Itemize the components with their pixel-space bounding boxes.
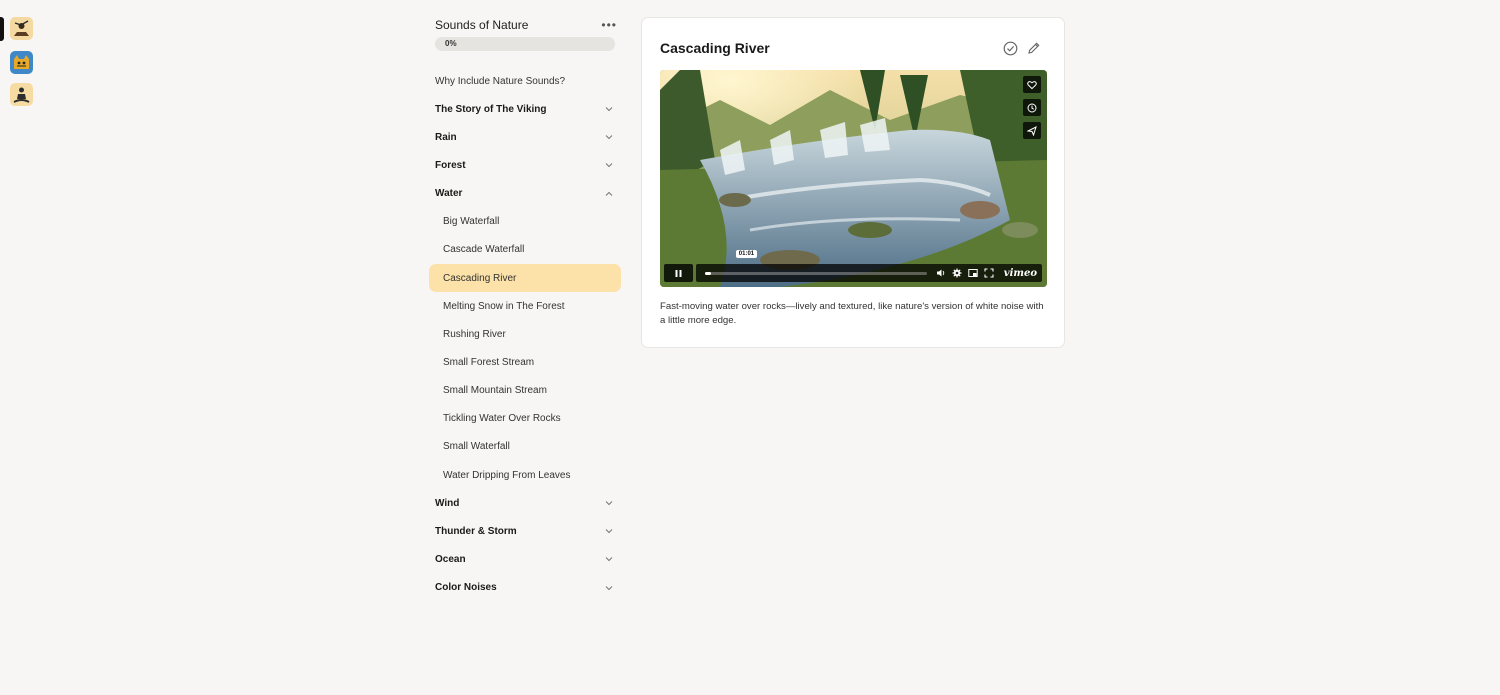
nav-lesson[interactable]: Small Waterfall — [429, 433, 621, 461]
river-scene-thumbnail — [660, 70, 1047, 287]
watch-later-clock-icon[interactable] — [1023, 99, 1041, 116]
nav-lesson-label: Big Waterfall — [443, 216, 500, 228]
nav-lesson[interactable]: Tickling Water Over Rocks — [429, 405, 621, 433]
video-controls: 01:01 vimeo — [664, 250, 1042, 282]
video-control-bar: 01:01 vimeo — [695, 250, 1042, 282]
nav-lesson[interactable]: Small Forest Stream — [429, 348, 621, 376]
nav-section-label: Water — [435, 188, 463, 200]
nav-section-water[interactable]: Water — [429, 180, 621, 208]
chevron-down-icon — [605, 105, 613, 113]
nav-lesson[interactable]: Rushing River — [429, 320, 621, 348]
meditation-app-icon[interactable] — [10, 83, 33, 106]
active-app-indicator — [0, 17, 4, 41]
nav-item-label: Why Include Nature Sounds? — [435, 75, 566, 87]
nav-section[interactable]: The Story of The Viking — [429, 95, 621, 123]
viking-app-icon[interactable] — [10, 17, 33, 40]
pause-button[interactable] — [664, 264, 693, 282]
nav-lesson-label: Tickling Water Over Rocks — [443, 413, 561, 425]
vimeo-logo[interactable]: vimeo — [1004, 268, 1037, 279]
nav-item-intro[interactable]: Why Include Nature Sounds? — [429, 67, 621, 95]
volume-icon[interactable] — [936, 268, 947, 279]
nav-section-label: The Story of The Viking — [435, 103, 547, 115]
course-progress-bar: 0% — [435, 37, 615, 51]
mark-complete-icon[interactable] — [1002, 40, 1018, 56]
chevron-down-icon — [605, 133, 613, 141]
nav-section[interactable]: Wind — [429, 489, 621, 517]
video-side-actions — [1023, 76, 1041, 139]
picture-in-picture-icon[interactable] — [968, 268, 979, 279]
course-title: Sounds of Nature — [435, 18, 529, 32]
chevron-down-icon — [605, 499, 613, 507]
video-scrubber[interactable] — [704, 271, 927, 275]
nav-section-label: Wind — [435, 497, 460, 509]
nav-section-label: Forest — [435, 159, 466, 171]
nav-section-label: Ocean — [435, 553, 466, 565]
nav-section-label: Color Noises — [435, 582, 497, 594]
nav-lesson[interactable]: Melting Snow in The Forest — [429, 292, 621, 320]
nav-section-label: Rain — [435, 131, 457, 143]
video-time-tooltip: 01:01 — [735, 250, 758, 258]
nav-section[interactable]: Thunder & Storm — [429, 517, 621, 545]
nav-lesson[interactable]: Water Dripping From Leaves — [429, 461, 621, 489]
nav-lesson-label: Rushing River — [443, 328, 506, 340]
course-progress-text: 0% — [445, 39, 457, 48]
app-rail — [0, 0, 42, 695]
video-progress-fill — [704, 271, 712, 275]
nav-lesson-label: Small Mountain Stream — [443, 385, 547, 397]
chevron-down-icon — [605, 584, 613, 592]
nav-lesson-active[interactable]: Cascading River — [429, 263, 621, 293]
chevron-down-icon — [605, 527, 613, 535]
video-player[interactable]: 01:01 vimeo — [660, 70, 1047, 287]
fullscreen-icon[interactable] — [984, 268, 995, 279]
nav-section[interactable]: Forest — [429, 151, 621, 179]
lesson-header: Cascading River — [660, 40, 1042, 56]
chevron-down-icon — [605, 555, 613, 563]
settings-gear-icon[interactable] — [952, 268, 963, 279]
nav-lesson[interactable]: Small Mountain Stream — [429, 377, 621, 405]
lesson-actions — [1002, 40, 1042, 56]
nav-lesson[interactable]: Cascade Waterfall — [429, 236, 621, 264]
nav-lesson-label: Melting Snow in The Forest — [443, 300, 565, 312]
nav-section-label: Thunder & Storm — [435, 525, 517, 537]
nav-section[interactable]: Color Noises — [429, 574, 621, 602]
edit-pencil-icon[interactable] — [1026, 40, 1042, 56]
nav-lesson-label: Small Waterfall — [443, 441, 510, 453]
nav-lesson[interactable]: Big Waterfall — [429, 208, 621, 236]
nav-lesson-label: Cascading River — [443, 272, 517, 284]
cat-app-icon[interactable] — [10, 51, 33, 74]
course-header: Sounds of Nature ••• — [429, 14, 621, 36]
lesson-description: Fast-moving water over rocks—lively and … — [660, 301, 1044, 326]
nav-lesson-label: Cascade Waterfall — [443, 244, 525, 256]
course-nav: Sounds of Nature ••• 0% Why Include Natu… — [429, 14, 621, 602]
lesson-title: Cascading River — [660, 40, 770, 56]
like-heart-icon[interactable] — [1023, 76, 1041, 93]
share-send-icon[interactable] — [1023, 122, 1041, 139]
nav-section[interactable]: Rain — [429, 123, 621, 151]
nav-lesson-label: Water Dripping From Leaves — [443, 469, 571, 481]
nav-section[interactable]: Ocean — [429, 545, 621, 573]
more-options-icon[interactable]: ••• — [601, 18, 617, 32]
chevron-down-icon — [605, 161, 613, 169]
lesson-card: Cascading River 01:01 vimeo Fast-moving … — [641, 17, 1065, 348]
lesson-list: Why Include Nature Sounds? The Story of … — [429, 67, 621, 602]
nav-lesson-label: Small Forest Stream — [443, 356, 535, 368]
chevron-up-icon — [605, 190, 613, 198]
